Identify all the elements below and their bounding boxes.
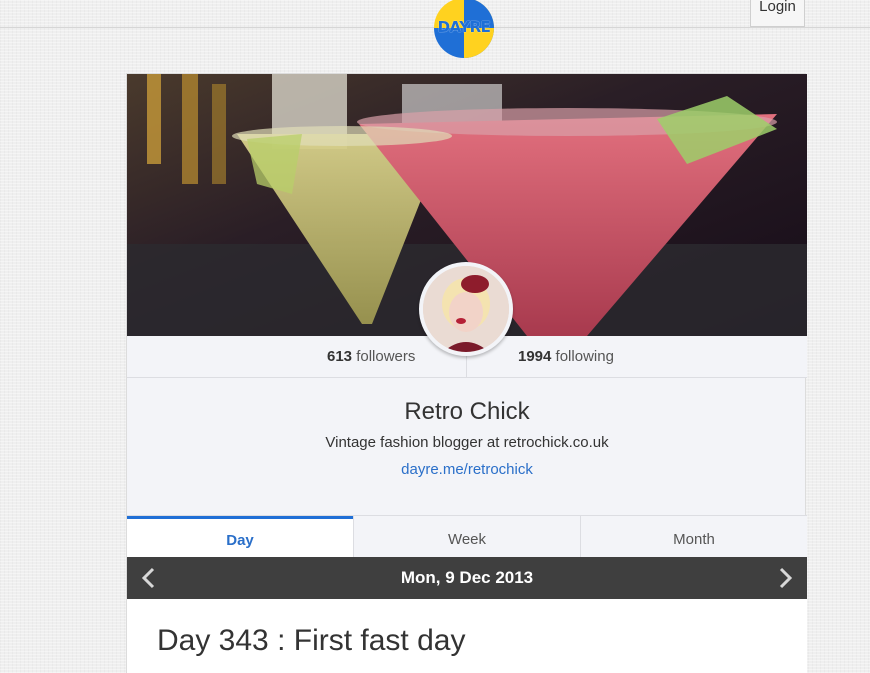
profile-link[interactable]: dayre.me/retrochick	[127, 461, 807, 478]
chevron-right-icon[interactable]	[773, 566, 797, 590]
period-tabs: Day Week Month	[127, 515, 807, 558]
current-date: Mon, 9 Dec 2013	[400, 568, 534, 587]
avatar[interactable]	[419, 262, 513, 356]
avatar-image	[423, 266, 509, 352]
profile-bio: Vintage fashion blogger at retrochick.co…	[325, 434, 609, 451]
following-stat[interactable]: 1994 following	[518, 348, 614, 365]
top-bar: DAYRE Login	[0, 0, 870, 58]
dayre-logo[interactable]: DAYRE	[434, 0, 494, 58]
following-label: following	[555, 348, 614, 365]
profile-card: 613 followers 1994 following Retro Chick…	[126, 73, 807, 673]
post-content: Day 343 : First fast day	[127, 599, 807, 673]
post-title[interactable]: Day 343 : First fast day	[157, 624, 465, 658]
followers-label: followers	[356, 348, 416, 365]
followers-count: 613	[327, 348, 353, 365]
following-count: 1994	[518, 348, 552, 365]
date-navigation: Mon, 9 Dec 2013	[127, 557, 807, 599]
logo-text: DAYRE	[437, 18, 491, 36]
login-button[interactable]: Login	[750, 0, 805, 27]
profile-name: Retro Chick	[404, 398, 530, 425]
tab-month[interactable]: Month	[580, 516, 807, 558]
tab-day[interactable]: Day	[127, 516, 353, 558]
post-body-cutoff	[157, 666, 277, 673]
tab-week[interactable]: Week	[353, 516, 580, 558]
followers-stat[interactable]: 613 followers	[327, 348, 415, 365]
